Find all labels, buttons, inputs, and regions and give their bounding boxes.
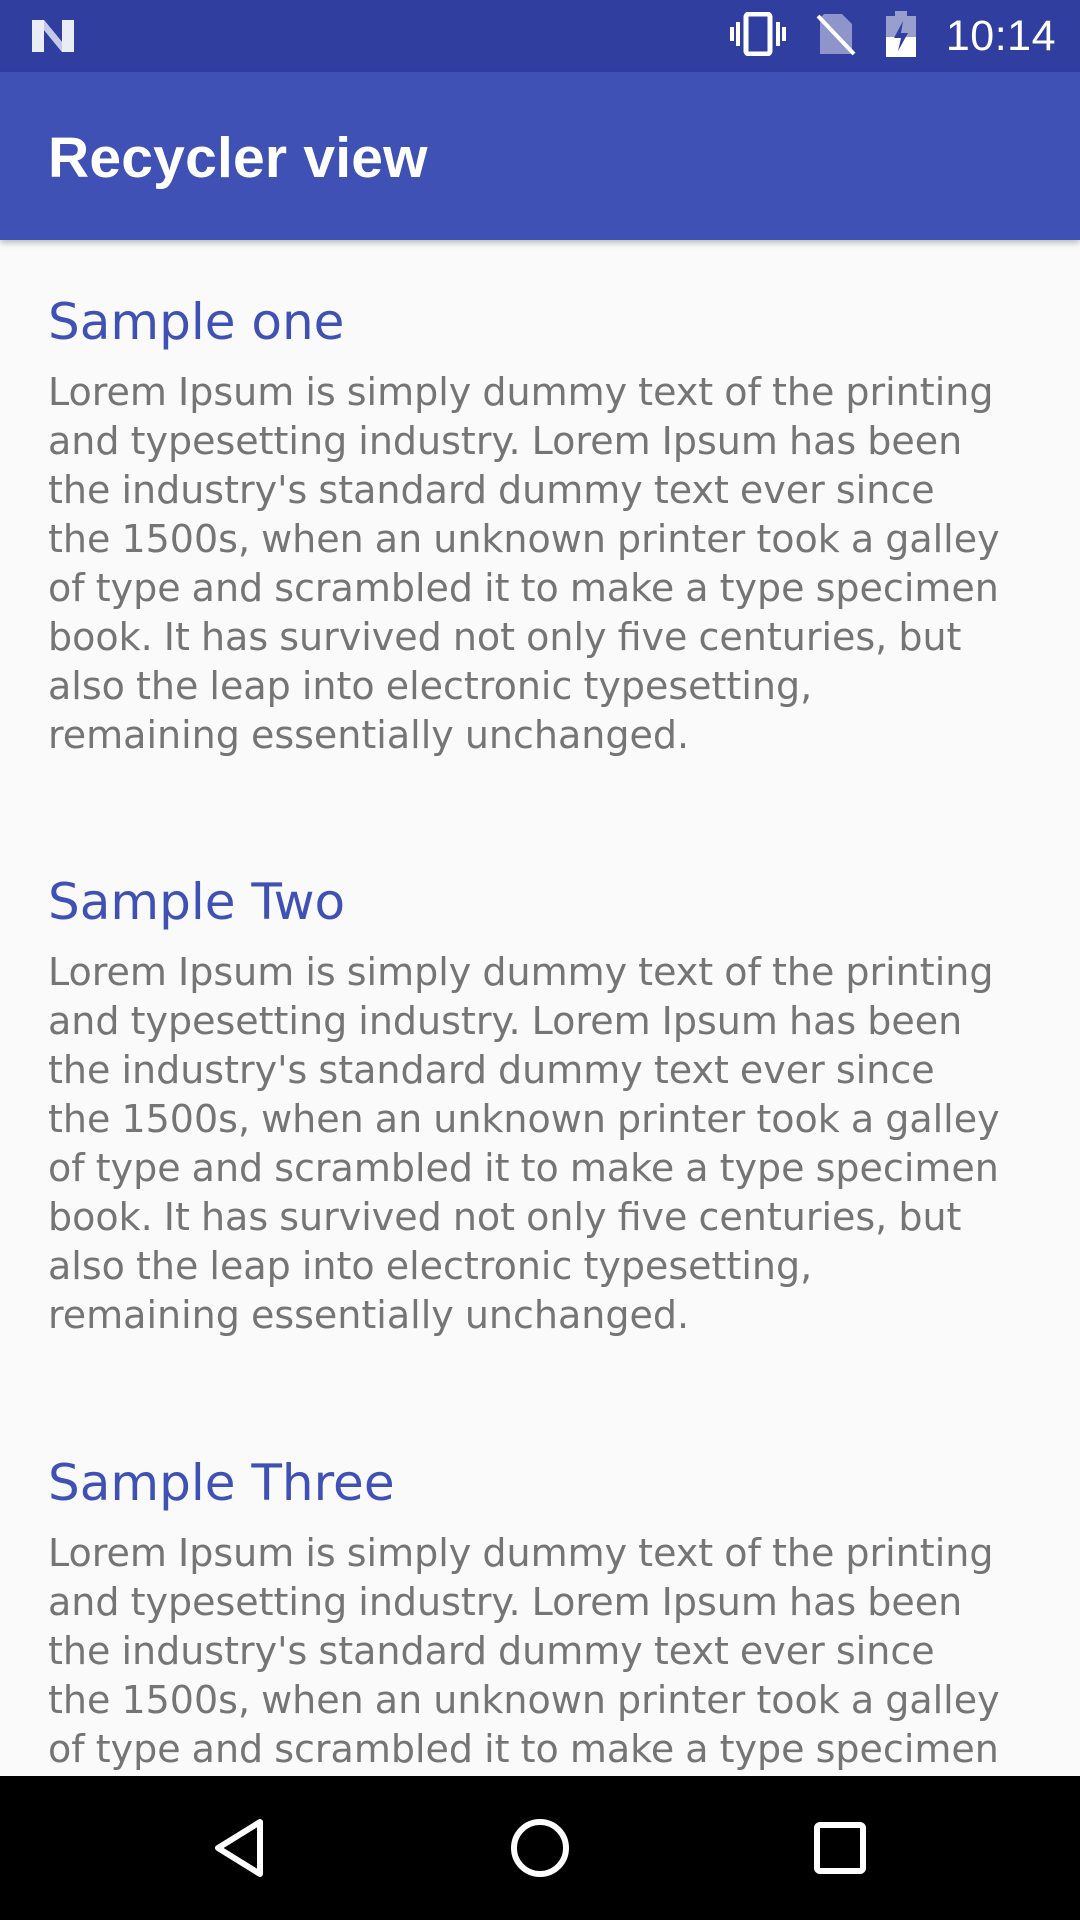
navigation-bar <box>0 1776 1080 1920</box>
recycler-list[interactable]: Sample one Lorem Ipsum is simply dummy t… <box>0 240 1080 1776</box>
app-bar: Recycler view <box>0 72 1080 240</box>
list-item[interactable]: Sample Two Lorem Ipsum is simply dummy t… <box>48 872 1008 1340</box>
app-title: Recycler view <box>48 126 428 190</box>
status-time: 10:14 <box>945 11 1056 60</box>
list-item[interactable]: Sample one Lorem Ipsum is simply dummy t… <box>48 292 1008 760</box>
vibrate-icon <box>729 11 786 60</box>
status-icons: 10:14 <box>729 0 1056 72</box>
back-icon[interactable] <box>204 1812 276 1884</box>
list-item-body: Lorem Ipsum is simply dummy text of the … <box>48 370 1000 757</box>
screen: 10:14 Recycler view Sample one Lorem Ips… <box>0 0 1080 1920</box>
list-item-title: Sample Two <box>48 873 346 931</box>
list-item-body: Lorem Ipsum is simply dummy text of the … <box>48 1531 1000 1771</box>
recents-icon[interactable] <box>804 1812 876 1884</box>
list-item-title: Sample one <box>48 293 345 351</box>
home-icon[interactable] <box>504 1812 576 1884</box>
no-sim-icon <box>816 12 856 60</box>
list-item[interactable]: Sample Three Lorem Ipsum is simply dummy… <box>48 1453 1008 1774</box>
notification-n-icon <box>30 16 76 56</box>
status-bar: 10:14 <box>0 0 1080 72</box>
battery-charging-icon <box>885 11 916 61</box>
list-item-title: Sample Three <box>48 1454 395 1512</box>
list-item-body: Lorem Ipsum is simply dummy text of the … <box>48 950 1000 1337</box>
